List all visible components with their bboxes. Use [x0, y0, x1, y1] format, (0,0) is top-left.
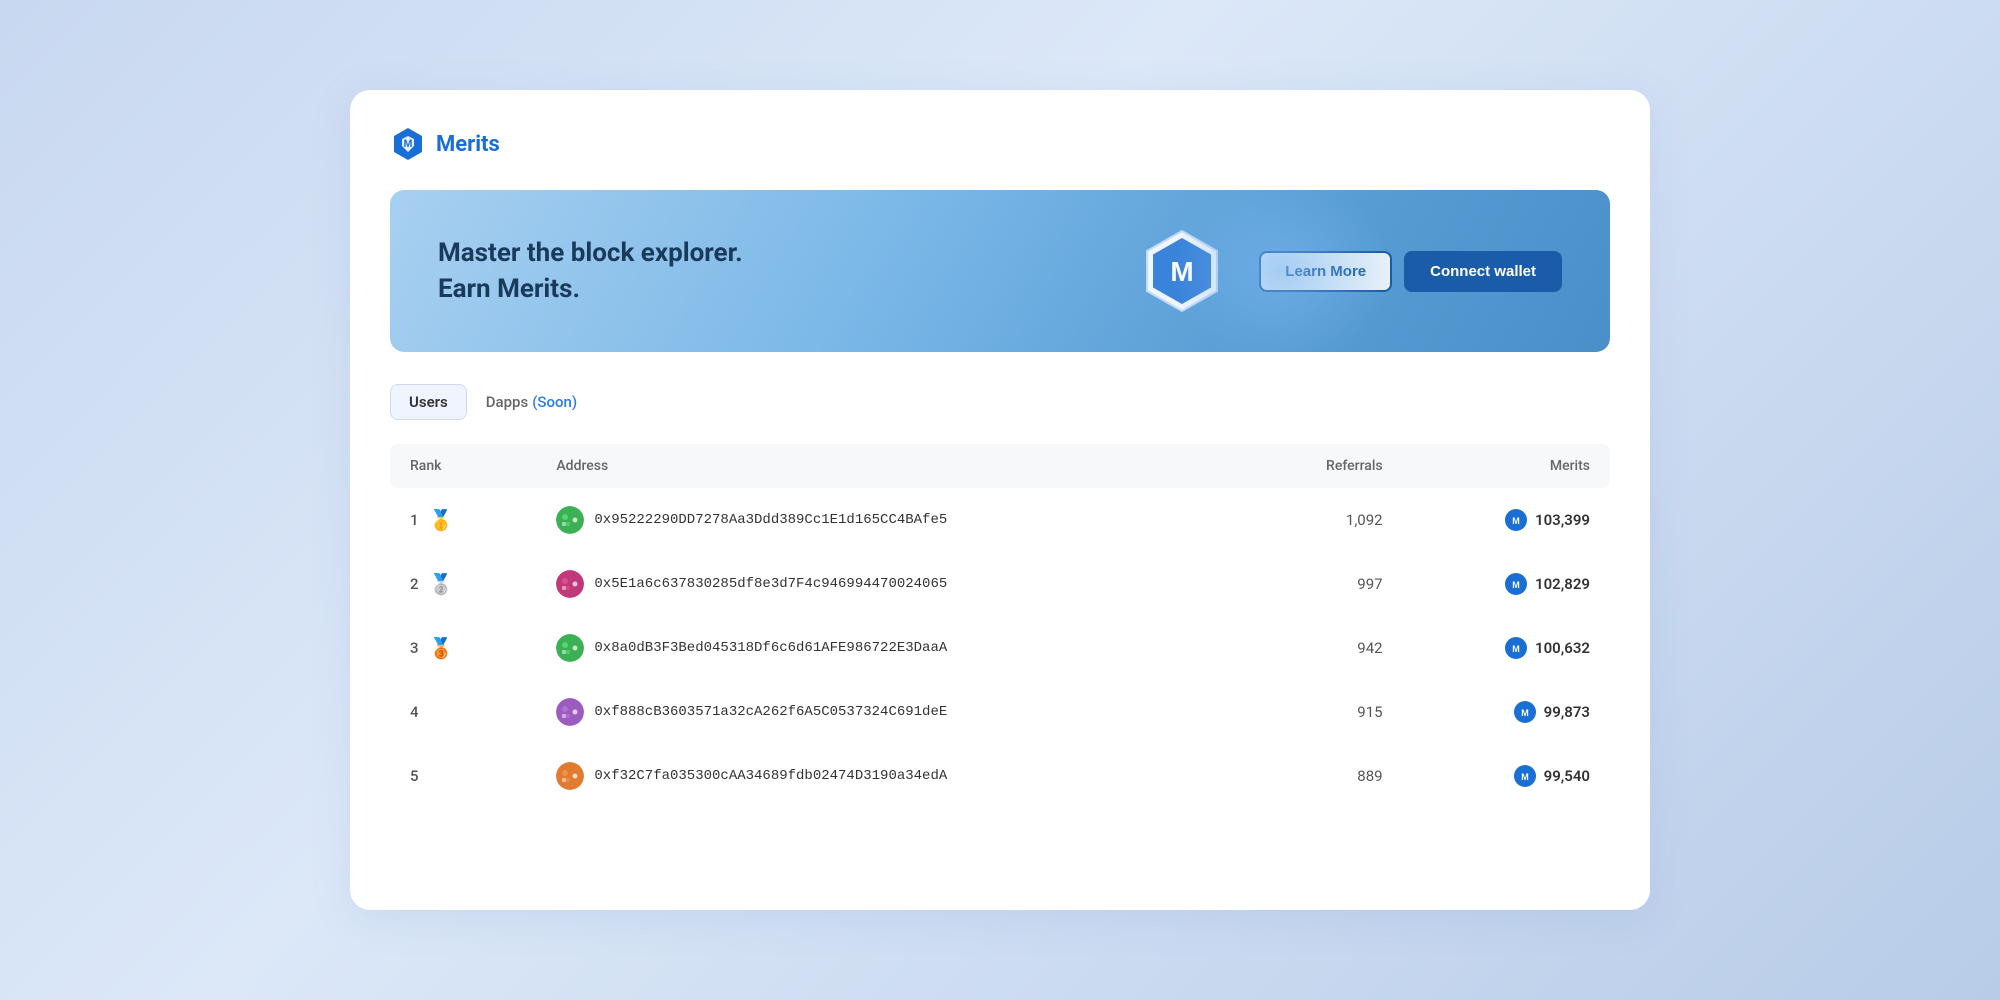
referrals-cell: 997 — [1207, 552, 1402, 616]
address-cell: 0x5E1a6c637830285df8e3d7F4c9469944700240… — [556, 570, 1187, 598]
banner-title: Master the block explorer. Earn Merits. — [438, 235, 1105, 308]
medal-icon: 🥈 — [429, 572, 454, 596]
merits-cell: M 99,873 — [1423, 701, 1590, 723]
tab-bar: Users Dapps(Soon) — [390, 384, 1610, 420]
referrals-cell: 1,092 — [1207, 488, 1402, 552]
svg-text:M: M — [1512, 516, 1520, 526]
avatar — [556, 698, 584, 726]
merits-cell: M 102,829 — [1423, 573, 1590, 595]
merits-icon: M — [1514, 765, 1536, 787]
table-header-row: Rank Address Referrals Merits — [390, 444, 1610, 488]
rank-cell: 5 — [410, 767, 516, 785]
leaderboard-table: Rank Address Referrals Merits 1 🥇 0x9522… — [390, 444, 1610, 808]
table-row: 3 🥉 0x8a0dB3F3Bed045318Df6c6d61AFE986722… — [390, 616, 1610, 680]
merits-icon: M — [1505, 573, 1527, 595]
avatar — [556, 570, 584, 598]
address-cell: 0xf32C7fa035300cAA34689fdb02474D3190a34e… — [556, 762, 1187, 790]
promo-banner: Master the block explorer. Earn Merits. … — [390, 190, 1610, 352]
medal-icon: 🥇 — [429, 508, 454, 532]
address-text: 0xf888cB3603571a32cA262f6A5C0537324C691d… — [594, 704, 947, 720]
tab-dapps[interactable]: Dapps(Soon) — [467, 384, 596, 420]
banner-text: Master the block explorer. Earn Merits. — [438, 235, 1105, 308]
col-rank-header: Rank — [390, 444, 536, 488]
medal-icon: 🥉 — [429, 636, 454, 660]
connect-wallet-button[interactable]: Connect wallet — [1404, 251, 1562, 292]
main-card: M Merits Master the block explorer. Earn… — [350, 90, 1650, 910]
table-row: 4 0xf888cB3603571a32cA262f6A5C0537324C69… — [390, 680, 1610, 744]
address-cell: 0xf888cB3603571a32cA262f6A5C0537324C691d… — [556, 698, 1187, 726]
rank-number: 2 — [410, 575, 419, 593]
merits-value: 102,829 — [1535, 575, 1590, 593]
rank-number: 1 — [410, 511, 419, 529]
rank-number: 3 — [410, 639, 419, 657]
tab-users[interactable]: Users — [390, 384, 467, 420]
col-address-header: Address — [536, 444, 1207, 488]
merits-cell: M 103,399 — [1423, 509, 1590, 531]
app-name: Merits — [436, 132, 500, 157]
address-text: 0x95222290DD7278Aa3Ddd389Cc1E1d165CC4BAf… — [594, 512, 947, 528]
merits-icon: M — [1514, 701, 1536, 723]
address-cell: 0x95222290DD7278Aa3Ddd389Cc1E1d165CC4BAf… — [556, 506, 1187, 534]
table-row: 2 🥈 0x5E1a6c637830285df8e3d7F4c946994470… — [390, 552, 1610, 616]
table-row: 5 0xf32C7fa035300cAA34689fdb02474D3190a3… — [390, 744, 1610, 808]
merits-value: 99,873 — [1544, 703, 1590, 721]
rank-cell: 2 🥈 — [410, 572, 516, 596]
merits-value: 100,632 — [1535, 639, 1590, 657]
svg-text:M: M — [1512, 644, 1520, 654]
merits-cell: M 99,540 — [1423, 765, 1590, 787]
col-merits-header: Merits — [1403, 444, 1610, 488]
merits-icon: M — [1505, 637, 1527, 659]
rank-cell: 4 — [410, 703, 516, 721]
address-text: 0x5E1a6c637830285df8e3d7F4c9469944700240… — [594, 576, 947, 592]
rank-cell: 1 🥇 — [410, 508, 516, 532]
app-header: M Merits — [390, 126, 1610, 162]
referrals-cell: 942 — [1207, 616, 1402, 680]
svg-text:M: M — [1521, 708, 1529, 718]
banner-bg-blob — [1170, 190, 1390, 352]
merits-value: 103,399 — [1535, 511, 1590, 529]
address-cell: 0x8a0dB3F3Bed045318Df6c6d61AFE986722E3Da… — [556, 634, 1187, 662]
avatar — [556, 762, 584, 790]
referrals-cell: 915 — [1207, 680, 1402, 744]
referrals-cell: 889 — [1207, 744, 1402, 808]
svg-text:M: M — [1512, 580, 1520, 590]
rank-number: 5 — [410, 767, 419, 785]
app-logo-icon: M — [390, 126, 426, 162]
merits-value: 99,540 — [1544, 767, 1590, 785]
address-text: 0x8a0dB3F3Bed045318Df6c6d61AFE986722E3Da… — [594, 640, 947, 656]
avatar — [556, 506, 584, 534]
address-text: 0xf32C7fa035300cAA34689fdb02474D3190a34e… — [594, 768, 947, 784]
svg-text:M: M — [404, 139, 413, 150]
svg-text:M: M — [1521, 772, 1529, 782]
merits-cell: M 100,632 — [1423, 637, 1590, 659]
avatar — [556, 634, 584, 662]
merits-icon: M — [1505, 509, 1527, 531]
rank-number: 4 — [410, 703, 419, 721]
table-row: 1 🥇 0x95222290DD7278Aa3Ddd389Cc1E1d165CC… — [390, 488, 1610, 552]
rank-cell: 3 🥉 — [410, 636, 516, 660]
col-referrals-header: Referrals — [1207, 444, 1402, 488]
